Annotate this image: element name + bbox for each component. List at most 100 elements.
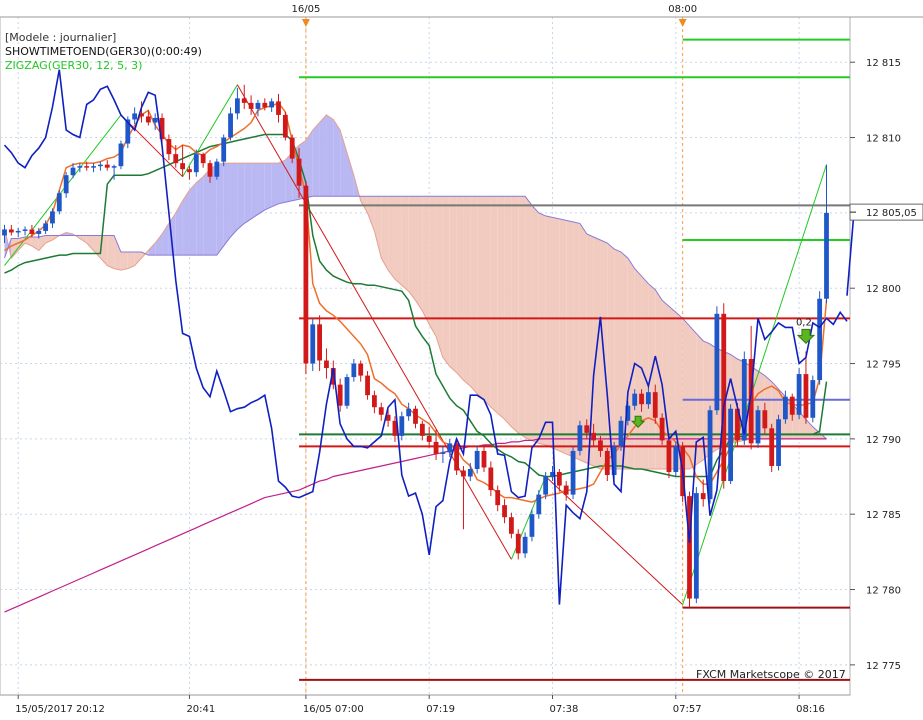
candle-body [632,393,638,406]
candle [56,190,62,215]
candle-body [43,223,48,231]
candle [214,158,220,180]
ichimoku-cloud-segment [388,196,395,280]
candle-body [824,212,829,299]
candle-body [522,536,528,554]
ichimoku-cloud-segment [477,196,484,400]
candle-body [187,169,192,173]
candle [344,374,350,409]
ichimoku-cloud-segment [326,114,334,197]
ichimoku-cloud-segment [237,163,245,230]
candle [666,435,672,479]
candle-body [673,446,679,473]
candle-body [282,114,288,138]
candle-body [666,440,672,473]
indicator-legend: [Modele : journalier] SHOWTIMETOEND(GER3… [5,31,202,73]
candle [570,446,576,500]
candle-body [8,229,14,233]
candle-body [269,101,275,108]
candle-body [145,116,151,123]
ichimoku-cloud-segment [312,122,320,197]
ichimoku-cloud-segment [415,196,423,311]
candle-body [529,514,535,537]
indicator-timer-label: SHOWTIMETOEND(GER30)(0:00:49) [5,45,202,58]
y-tick-label: 12 815 [866,58,901,69]
ichimoku-cloud-segment [456,196,464,381]
chart-container[interactable]: 12 775 12 780 12 785 12 790 12 795 12 800 12 8… [0,0,923,720]
candle-body [262,102,268,108]
candle-body [474,450,480,469]
candle-body [337,384,343,406]
ichimoku-cloud-segment [470,196,478,394]
model-label: [Modele : journalier] [5,31,117,44]
ichimoku-cloud-segment [107,235,115,269]
y-tick-label: 12 810 [866,134,901,145]
candle-body [454,443,459,471]
candle-body [77,166,83,168]
candle-body [509,517,514,534]
price-chart[interactable]: 12 775 12 780 12 785 12 790 12 795 12 800 12 8… [0,0,923,720]
ichimoku-cloud-segment [538,212,546,445]
candle-body [481,450,487,468]
ichimoku-cloud-segment [429,196,437,337]
x-tick-label: 07:19 [426,704,455,715]
candle-body [255,102,261,109]
ichimoku-cloud-segment [210,164,217,256]
candle-body [502,505,507,518]
candle-body [228,113,233,138]
candle-body [604,450,610,476]
ichimoku-cloud-segment [189,182,197,256]
candle-body [22,229,28,231]
candle-body [652,392,658,418]
candle-body [570,450,576,495]
candle-body [536,494,542,515]
candle-body [289,137,295,159]
ichimoku-cloud-segment [449,196,457,373]
candle-body [200,154,206,164]
candle-body [358,363,364,376]
x-tick-label: 16/05 07:00 [303,704,364,715]
candle-body [344,377,350,406]
candle-body [63,175,69,194]
candle-body [433,441,439,454]
candle-body [755,410,761,444]
candle-body [324,360,329,369]
indicator-zigzag-label: ZIGZAG(GER30, 12, 5, 3) [5,59,143,72]
candle-body [303,185,309,364]
x-tick-label: 08:16 [796,704,825,715]
candle-body [646,392,651,405]
ichimoku-cloud-segment [442,196,450,367]
candle-body [56,193,62,212]
candle [303,181,309,375]
ichimoku-cloud-segment [573,221,580,460]
y-tick-label: 12 775 [866,661,901,672]
y-tick-label: 12 795 [866,360,901,371]
candle-body [29,229,35,234]
candle-body [591,432,596,441]
ichimoku-cloud-segment [394,196,402,286]
candle-body [2,229,7,236]
candle-body [618,420,624,447]
ichimoku-cloud-segment [319,114,327,197]
ichimoku-cloud-segment [627,258,635,469]
candle-body [118,143,124,167]
candle [221,134,227,167]
candle [817,291,823,385]
ichimoku-cloud-segment [401,196,409,292]
candle-body [15,230,21,233]
ichimoku-cloud-segment [408,196,416,301]
ichimoku-cloud-segment [216,163,224,256]
candle-body [70,167,76,176]
ichimoku-cloud-segment [497,196,505,420]
candle-body [166,139,172,155]
candle-body [769,428,775,466]
candle [577,420,583,456]
candle-body [810,380,816,418]
y-tick-label: 12 800 [866,284,901,295]
candle-body [803,374,809,418]
ichimoku-cloud-segment [244,163,252,224]
ichimoku-cloud-segment [648,283,656,469]
candle-body [495,490,501,506]
ichimoku-cloud-segment [518,196,526,438]
candle-body [378,407,384,415]
